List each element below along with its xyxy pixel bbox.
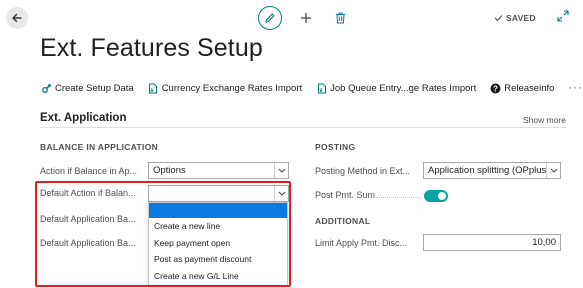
chevron-down-icon: [274, 163, 288, 178]
new-button[interactable]: [294, 6, 318, 30]
posting-group-title: POSTING: [315, 142, 356, 152]
section-title[interactable]: Ext. Application: [40, 112, 126, 124]
action-label: Create Setup Data: [55, 82, 134, 94]
limit-apply-pmt-disc-label: Limit Apply Pmt. Disc...: [315, 238, 408, 248]
action-if-balance-select[interactable]: Options: [148, 162, 289, 179]
limit-apply-pmt-disc-input[interactable]: 10,00: [423, 234, 561, 251]
pencil-icon: [265, 13, 275, 23]
job-queue-entry-action[interactable]: Job Queue Entry...ge Rates Import: [316, 83, 476, 94]
delete-button[interactable]: [328, 6, 352, 30]
action-label: Currency Exchange Rates Import: [161, 82, 303, 94]
document-import-icon: [316, 83, 327, 94]
trash-icon: [335, 12, 345, 24]
toggle-knob: [438, 192, 446, 200]
post-pmt-sum-label: Post Pmt. Sum: [315, 190, 376, 200]
show-more-link[interactable]: Show more: [523, 115, 566, 125]
help-icon: ?: [490, 83, 501, 94]
currency-exchange-rates-import-action[interactable]: Currency Exchange Rates Import: [148, 83, 302, 94]
action-label: Releaseinfo: [504, 82, 555, 94]
balance-group-title: BALANCE IN APPLICATION: [40, 142, 159, 152]
label-leader: [376, 197, 420, 198]
more-actions-button[interactable]: ···: [568, 82, 582, 94]
svg-text:?: ?: [493, 84, 498, 93]
releaseinfo-action[interactable]: ? Releaseinfo: [490, 83, 554, 94]
section-header: Ext. Application Show more: [40, 112, 566, 128]
page-title: Ext. Features Setup: [40, 34, 263, 62]
checkmark-icon: [494, 15, 503, 22]
saved-indicator: SAVED: [494, 13, 536, 23]
back-button[interactable]: [6, 7, 28, 29]
highlight-box: [35, 181, 291, 287]
post-pmt-sum-toggle[interactable]: [424, 190, 448, 202]
expand-icon: [557, 10, 569, 22]
posting-method-value: Application splitting (OPplus Sta: [428, 165, 561, 176]
action-label: Job Queue Entry...ge Rates Import: [330, 82, 477, 94]
chevron-down-icon: [546, 163, 560, 178]
action-if-balance-value: Options: [153, 165, 186, 176]
edit-button[interactable]: [258, 6, 282, 30]
action-if-balance-label: Action if Balance in Ap...: [40, 166, 138, 176]
posting-method-label: Posting Method in Ext...: [315, 166, 411, 176]
gear-wrench-icon: [41, 83, 52, 94]
saved-label: SAVED: [506, 13, 536, 23]
record-toolbar: [258, 6, 352, 30]
document-import-icon: [148, 83, 159, 94]
arrow-left-icon: [12, 13, 22, 23]
expand-button[interactable]: [556, 9, 572, 25]
plus-icon: [301, 13, 311, 23]
action-bar: Create Setup Data Currency Exchange Rate…: [41, 82, 582, 94]
additional-group-title: ADDITIONAL: [315, 216, 371, 226]
posting-method-select[interactable]: Application splitting (OPplus Sta: [423, 162, 561, 179]
create-setup-data-action[interactable]: Create Setup Data: [41, 83, 134, 94]
